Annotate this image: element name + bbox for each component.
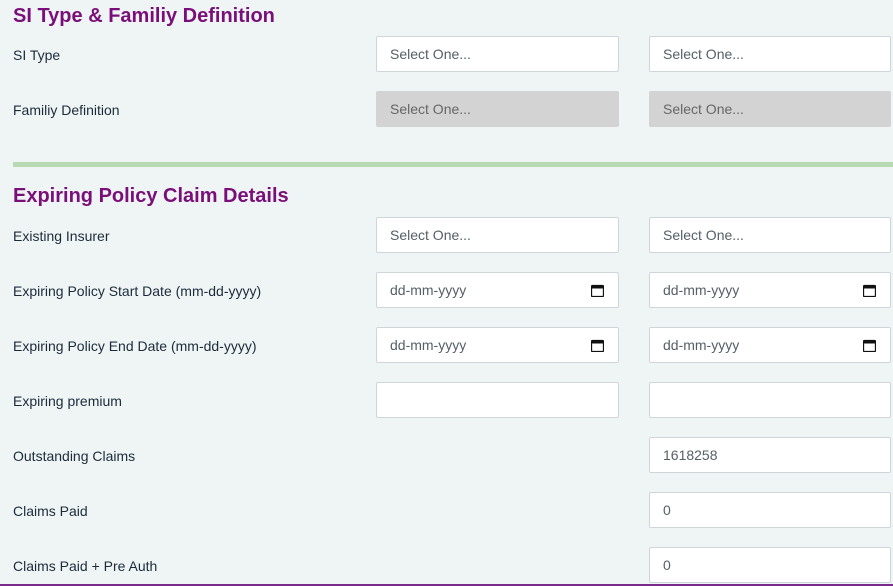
premium-input-1[interactable] <box>376 382 619 418</box>
claims-paid-input[interactable]: 0 <box>649 492 891 528</box>
existing-insurer-label: Existing Insurer <box>13 228 110 244</box>
start-date-input-1[interactable]: dd-mm-yyyy <box>376 272 619 308</box>
claims-paid-preauth-input[interactable]: 0 <box>649 547 891 583</box>
family-definition-row: Familiy Definition Select One... Select … <box>0 91 893 129</box>
calendar-icon[interactable] <box>591 284 604 297</box>
claim-section-title: Expiring Policy Claim Details <box>13 185 289 207</box>
si-type-row: SI Type Select One... Select One... <box>0 36 893 74</box>
end-date-value-1: dd-mm-yyyy <box>390 337 467 353</box>
start-date-row: Expiring Policy Start Date (mm-dd-yyyy) … <box>0 272 893 310</box>
family-definition-select-2: Select One... <box>649 91 891 127</box>
end-date-input-2[interactable]: dd-mm-yyyy <box>649 327 891 363</box>
family-definition-select-1: Select One... <box>376 91 619 127</box>
claims-paid-label: Claims Paid <box>13 503 88 519</box>
claims-paid-row: Claims Paid 0 <box>0 492 893 530</box>
existing-insurer-select-2[interactable]: Select One... <box>649 217 891 253</box>
si-section-title: SI Type & Familiy Definition <box>13 5 275 27</box>
premium-label: Expiring premium <box>13 393 122 409</box>
end-date-label: Expiring Policy End Date (mm-dd-yyyy) <box>13 338 257 354</box>
start-date-label: Expiring Policy Start Date (mm-dd-yyyy) <box>13 283 262 299</box>
end-date-input-1[interactable]: dd-mm-yyyy <box>376 327 619 363</box>
premium-row: Expiring premium <box>0 382 893 420</box>
start-date-value-1: dd-mm-yyyy <box>390 282 467 298</box>
calendar-icon[interactable] <box>591 339 604 352</box>
existing-insurer-row: Existing Insurer Select One... Select On… <box>0 217 893 255</box>
calendar-icon[interactable] <box>863 284 876 297</box>
end-date-row: Expiring Policy End Date (mm-dd-yyyy) dd… <box>0 327 893 365</box>
si-type-select-1[interactable]: Select One... <box>376 36 619 72</box>
end-date-value-2: dd-mm-yyyy <box>663 337 740 353</box>
calendar-icon[interactable] <box>863 339 876 352</box>
si-type-select-2[interactable]: Select One... <box>649 36 891 72</box>
claims-paid-preauth-label: Claims Paid + Pre Auth <box>13 558 158 574</box>
start-date-input-2[interactable]: dd-mm-yyyy <box>649 272 891 308</box>
premium-input-2[interactable] <box>649 382 891 418</box>
si-type-label: SI Type <box>13 47 61 63</box>
claims-paid-preauth-row: Claims Paid + Pre Auth 0 <box>0 547 893 585</box>
start-date-value-2: dd-mm-yyyy <box>663 282 740 298</box>
outstanding-claims-input[interactable]: 1618258 <box>649 437 891 473</box>
outstanding-claims-label: Outstanding Claims <box>13 448 136 464</box>
outstanding-claims-row: Outstanding Claims 1618258 <box>0 437 893 475</box>
existing-insurer-select-1[interactable]: Select One... <box>376 217 619 253</box>
family-definition-label: Familiy Definition <box>13 102 120 118</box>
section-divider <box>13 162 893 167</box>
